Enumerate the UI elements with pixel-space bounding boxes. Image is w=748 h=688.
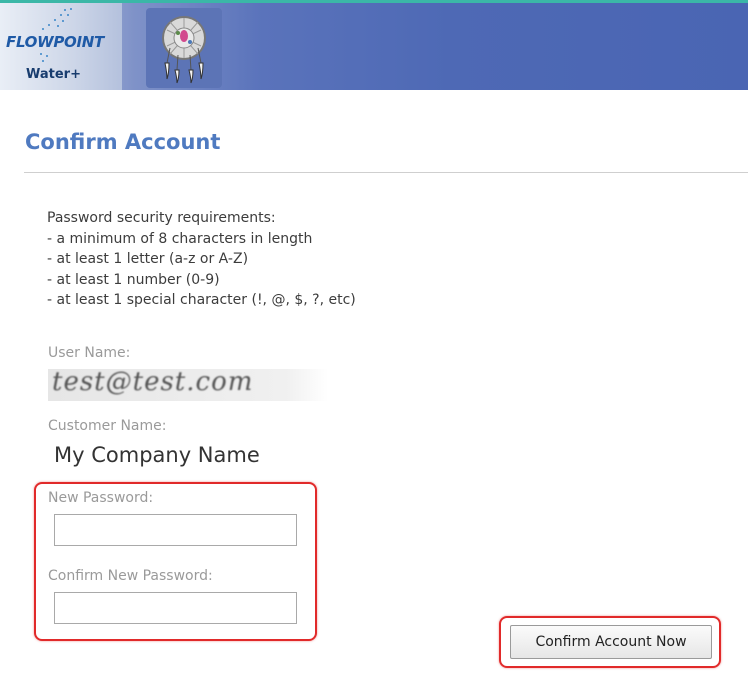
user-name-text: test@test.com bbox=[52, 367, 254, 397]
requirement-item: - a minimum of 8 characters in length bbox=[47, 230, 313, 247]
user-name-value: test@test.com bbox=[48, 367, 328, 401]
dreamcatcher-icon bbox=[146, 8, 222, 88]
new-password-label: New Password: bbox=[48, 490, 154, 506]
confirm-password-label: Confirm New Password: bbox=[48, 568, 213, 584]
page-title: Confirm Account bbox=[25, 130, 221, 154]
brand-name: FLOWPOINT bbox=[6, 33, 104, 51]
logo-dots-lower-icon bbox=[38, 51, 58, 65]
brand-subtitle: Water+ bbox=[26, 67, 81, 82]
logo-dots-icon bbox=[40, 7, 80, 30]
requirement-item: - at least 1 letter (a-z or A-Z) bbox=[47, 251, 249, 267]
app-header: FLOWPOINT Water+ bbox=[0, 0, 748, 90]
flowpoint-logo[interactable]: FLOWPOINT Water+ bbox=[0, 3, 122, 90]
new-password-input[interactable] bbox=[54, 514, 297, 546]
title-divider bbox=[24, 172, 748, 173]
customer-name-value: My Company Name bbox=[54, 443, 260, 467]
requirement-item: - at least 1 special character (!, @, $,… bbox=[47, 292, 356, 308]
requirements-heading: Password security requirements: bbox=[47, 210, 276, 226]
password-requirements: Password security requirements: - a mini… bbox=[47, 208, 356, 311]
confirm-account-button[interactable]: Confirm Account Now bbox=[510, 625, 712, 659]
customer-name-label: Customer Name: bbox=[48, 418, 167, 434]
requirement-item: - at least 1 number (0-9) bbox=[47, 271, 220, 288]
user-name-label: User Name: bbox=[48, 345, 131, 361]
confirm-password-input[interactable] bbox=[54, 592, 297, 624]
